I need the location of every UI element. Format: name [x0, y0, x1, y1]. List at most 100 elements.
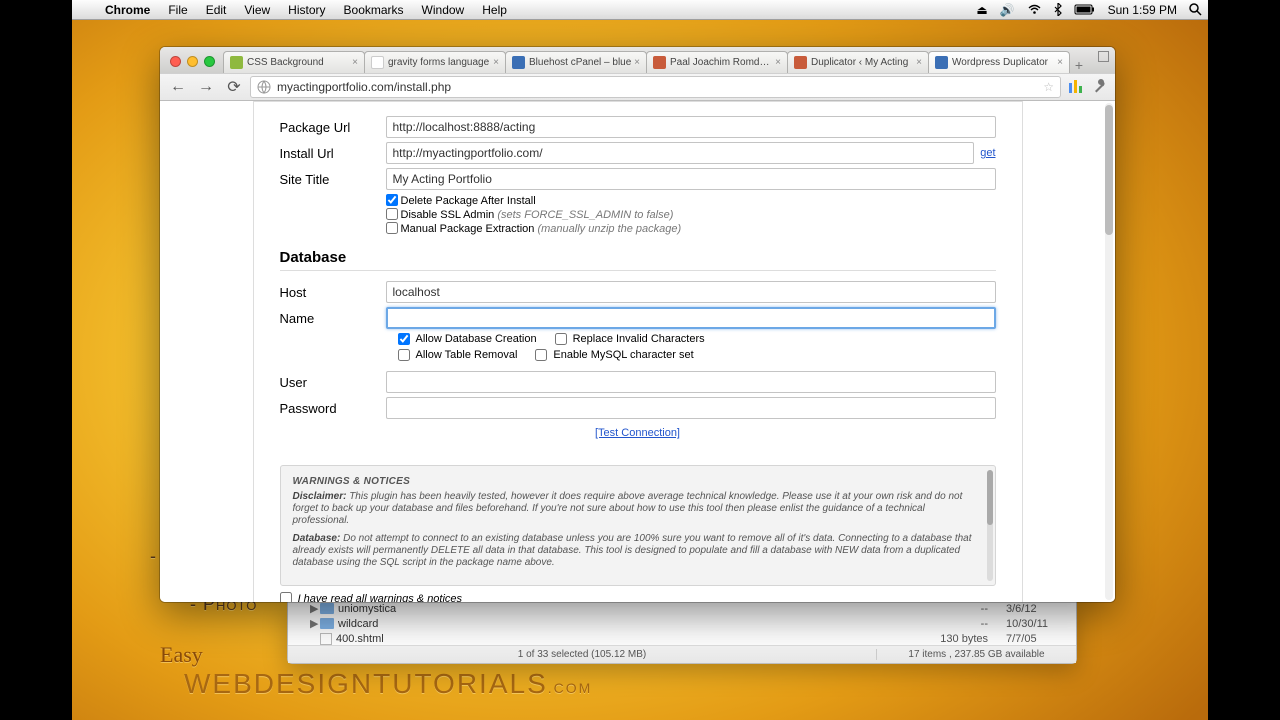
tab[interactable]: CSS Background×: [223, 51, 365, 73]
bg-wdt-main: WEBDESIGNTUTORIALS: [184, 668, 548, 699]
close-tab-icon[interactable]: ×: [491, 57, 501, 68]
favicon: [935, 56, 948, 69]
finder-row[interactable]: 400.shtml 130 bytes 7/7/05: [288, 631, 1076, 646]
close-tab-icon[interactable]: ×: [773, 57, 783, 68]
forward-button[interactable]: →: [194, 77, 218, 97]
name-input[interactable]: [386, 307, 996, 329]
globe-icon: [257, 80, 271, 94]
tab[interactable]: gravity forms language×: [364, 51, 506, 73]
extension-icon[interactable]: [1065, 77, 1085, 97]
folder-icon: [320, 603, 334, 614]
window-controls: [164, 56, 223, 73]
menu-file[interactable]: File: [159, 3, 196, 17]
opt-manual-checkbox[interactable]: Manual Package Extraction (manually unzi…: [386, 222, 996, 235]
menu-window[interactable]: Window: [413, 3, 474, 17]
opt-delete-checkbox[interactable]: Delete Package After Install: [386, 194, 996, 207]
allow-remove-checkbox[interactable]: Allow Table Removal: [398, 349, 518, 361]
tab[interactable]: Duplicator ‹ My Acting×: [787, 51, 929, 73]
bg-text-wdt: WEBDESIGNTUTORIALS.COM: [184, 668, 592, 701]
label-site-title: Site Title: [280, 172, 386, 187]
finder-row[interactable]: ▶ uniomystica -- 3/6/12: [288, 601, 1076, 616]
app-name[interactable]: Chrome: [96, 3, 159, 17]
favicon: [371, 56, 384, 69]
ack-checkbox[interactable]: I have read all warnings & notices: [280, 592, 996, 602]
battery-icon[interactable]: [1068, 4, 1102, 15]
favicon: [230, 56, 243, 69]
bluetooth-icon[interactable]: [1048, 3, 1068, 16]
host-input[interactable]: [386, 281, 996, 303]
label-name: Name: [280, 311, 386, 326]
tab[interactable]: Paal Joachim Romdahl's×: [646, 51, 788, 73]
disclosure-triangle-icon[interactable]: ▶: [310, 617, 320, 630]
finder-row[interactable]: ▶ wildcard -- 10/30/11: [288, 616, 1076, 631]
folder-icon: [320, 618, 334, 629]
wifi-icon[interactable]: [1021, 4, 1048, 15]
bg-wdt-com: .COM: [548, 680, 593, 696]
minimize-window-button[interactable]: [187, 56, 198, 67]
tab-strip: CSS Background× gravity forms language× …: [160, 47, 1115, 73]
tab-label: Wordpress Duplicator: [952, 57, 1055, 68]
zoom-window-button[interactable]: [204, 56, 215, 67]
close-tab-icon[interactable]: ×: [350, 57, 360, 68]
address-bar[interactable]: myactingportfolio.com/install.php ☆: [250, 76, 1061, 98]
finder-name: 400.shtml: [336, 633, 918, 645]
database-warn-label: Database:: [293, 533, 341, 544]
disclosure-triangle-icon[interactable]: ▶: [310, 602, 320, 615]
back-button[interactable]: ←: [166, 77, 190, 97]
warnings-scrollbar-thumb[interactable]: [987, 470, 993, 525]
close-tab-icon[interactable]: ×: [632, 57, 642, 68]
install-url-input[interactable]: [386, 142, 975, 164]
database-warn-text: Do not attempt to connect to an existing…: [293, 533, 972, 568]
chrome-window: CSS Background× gravity forms language× …: [160, 47, 1115, 602]
menu-history[interactable]: History: [279, 3, 334, 17]
label-package-url: Package Url: [280, 120, 386, 135]
tab-label: Paal Joachim Romdahl's: [670, 57, 773, 68]
password-input[interactable]: [386, 397, 996, 419]
tab-active[interactable]: Wordpress Duplicator×: [928, 51, 1070, 73]
maximize-icon[interactable]: [1098, 51, 1109, 62]
site-title-input[interactable]: [386, 168, 996, 190]
finder-size: --: [918, 603, 988, 615]
replace-chars-checkbox[interactable]: Replace Invalid Characters: [555, 333, 705, 345]
clock[interactable]: Sun 1:59 PM: [1102, 3, 1183, 17]
menu-bookmarks[interactable]: Bookmarks: [335, 3, 413, 17]
wrench-icon[interactable]: [1089, 77, 1109, 97]
volume-icon[interactable]: 🔊: [994, 3, 1021, 17]
user-input[interactable]: [386, 371, 996, 393]
url-text: myactingportfolio.com/install.php: [277, 80, 451, 94]
file-icon: [320, 633, 332, 645]
finder-list[interactable]: ▶ uniomystica -- 3/6/12 ▶ wildcard -- 10…: [288, 601, 1076, 645]
close-tab-icon[interactable]: ×: [914, 57, 924, 68]
package-url-input[interactable]: [386, 116, 996, 138]
finder-date: 3/6/12: [988, 603, 1068, 615]
finder-window[interactable]: ▶ uniomystica -- 3/6/12 ▶ wildcard -- 10…: [287, 600, 1077, 664]
disclaimer-label: Disclaimer:: [293, 491, 347, 502]
menu-edit[interactable]: Edit: [197, 3, 236, 17]
disclaimer-text: This plugin has been heavily tested, how…: [293, 491, 963, 526]
label-user: User: [280, 375, 386, 390]
finder-status-selection: 1 of 33 selected (105.12 MB): [288, 649, 876, 660]
opt-ssl-checkbox[interactable]: Disable SSL Admin (sets FORCE_SSL_ADMIN …: [386, 208, 996, 221]
reload-button[interactable]: ⟳: [222, 77, 246, 97]
new-tab-button[interactable]: +: [1069, 57, 1089, 73]
page-viewport[interactable]: Package Url Install Url get Site Title D…: [160, 101, 1115, 602]
bookmark-star-icon[interactable]: ☆: [1043, 80, 1054, 94]
page-scrollbar[interactable]: [1105, 103, 1113, 600]
installer-card: Package Url Install Url get Site Title D…: [253, 101, 1023, 602]
letterbox-left: [0, 0, 72, 720]
allow-create-checkbox[interactable]: Allow Database Creation: [398, 333, 537, 345]
bg-text-easy: Easy: [160, 642, 203, 668]
test-connection-link[interactable]: [Test Connection]: [595, 427, 680, 439]
finder-size: --: [918, 618, 988, 630]
tab[interactable]: Bluehost cPanel – blue×: [505, 51, 647, 73]
menu-help[interactable]: Help: [473, 3, 516, 17]
close-window-button[interactable]: [170, 56, 181, 67]
enable-charset-checkbox[interactable]: Enable MySQL character set: [535, 349, 693, 361]
spotlight-icon[interactable]: [1183, 3, 1208, 16]
finder-date: 7/7/05: [988, 633, 1068, 645]
menu-view[interactable]: View: [235, 3, 279, 17]
tab-label: CSS Background: [247, 57, 350, 68]
get-link[interactable]: get: [980, 147, 995, 159]
close-tab-icon[interactable]: ×: [1055, 57, 1065, 68]
eject-icon[interactable]: ⏏: [970, 3, 993, 17]
